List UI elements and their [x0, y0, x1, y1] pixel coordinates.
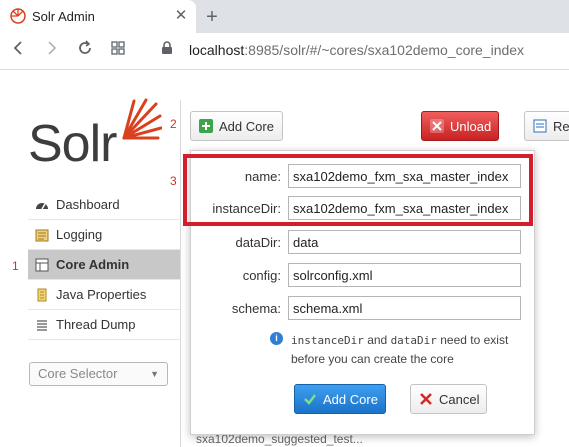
url-host: localhost: [189, 42, 245, 58]
add-core-label: Add Core: [219, 118, 274, 134]
new-tab-button[interactable]: +: [201, 6, 223, 28]
dialog-note: instanceDir and dataDir need to exist be…: [291, 331, 531, 368]
sidebar-item-thread-dump[interactable]: Thread Dump: [28, 310, 180, 340]
note-and: and: [363, 333, 391, 347]
reload-label: Re: [553, 118, 569, 134]
cancel-label: Cancel: [439, 391, 480, 407]
core-admin-icon: [34, 257, 50, 273]
add-core-toolbar-button[interactable]: Add Core: [190, 111, 283, 141]
data-dir-input[interactable]: [288, 230, 521, 254]
sidebar-item-label: Dashboard: [56, 197, 120, 212]
tab-title: Solr Admin: [32, 9, 95, 24]
config-row: config:: [191, 263, 536, 289]
solr-sun-icon: [122, 98, 162, 140]
add-core-submit-button[interactable]: Add Core: [294, 384, 386, 414]
sidebar-item-logging[interactable]: Logging: [28, 220, 180, 250]
cancel-button[interactable]: Cancel: [410, 384, 487, 414]
browser-toolbar: localhost:8985/solr/#/~cores/sxa102demo_…: [0, 33, 569, 70]
unload-button[interactable]: Unload: [421, 111, 499, 141]
data-dir-row: dataDir:: [191, 230, 536, 256]
sidebar-item-label: Core Admin: [56, 257, 130, 272]
reload-doc-icon: [533, 119, 547, 133]
reload-icon[interactable]: [74, 40, 96, 62]
x-icon: [430, 119, 444, 133]
sidebar-item-label: Thread Dump: [56, 317, 136, 332]
sidebar-item-core-admin[interactable]: Core Admin: [28, 250, 180, 280]
reload-button[interactable]: Re: [524, 111, 569, 141]
sidebar-item-label: Java Properties: [56, 287, 147, 302]
main-divider: [180, 100, 181, 447]
sidebar-item-label: Logging: [56, 227, 103, 242]
lock-icon[interactable]: [156, 40, 178, 62]
dashboard-icon: [34, 197, 50, 213]
config-label: config:: [242, 268, 281, 283]
add-core-submit-label: Add Core: [323, 391, 378, 407]
unload-label: Unload: [450, 118, 492, 134]
solr-favicon-icon: [10, 8, 26, 24]
tab-strip: Solr Admin ✕ +: [0, 0, 569, 33]
schema-row: schema:: [191, 296, 536, 322]
checkmark-icon: [303, 392, 317, 406]
chevron-down-icon: ▼: [150, 369, 159, 379]
note-code-datadir: dataDir: [390, 334, 437, 347]
browser-tab[interactable]: Solr Admin ✕: [0, 0, 196, 33]
url-path: :8985/solr/#/~cores/sxa102demo_core_inde…: [244, 42, 525, 58]
data-dir-label: dataDir:: [235, 235, 281, 250]
apps-grid-icon[interactable]: [107, 40, 129, 62]
step-marker-2: 2: [170, 117, 177, 131]
schema-input[interactable]: [288, 296, 521, 320]
forward-arrow-icon[interactable]: [40, 40, 62, 62]
config-input[interactable]: [288, 263, 521, 287]
note-code-instancedir: instanceDir: [291, 334, 364, 347]
logo-text: Solr: [28, 115, 117, 173]
annotation-highlight-box: [183, 154, 533, 226]
step-marker-3: 3: [170, 174, 177, 188]
address-bar[interactable]: localhost:8985/solr/#/~cores/sxa102demo_…: [189, 42, 524, 58]
core-selector-dropdown[interactable]: Core Selector ▼: [29, 362, 168, 386]
cancel-x-icon: [419, 392, 433, 406]
thread-dump-icon: [34, 317, 50, 333]
close-tab-icon[interactable]: ✕: [172, 7, 190, 25]
core-selector-label: Core Selector: [38, 366, 118, 381]
sidebar-item-dashboard[interactable]: Dashboard: [28, 190, 180, 220]
schema-label: schema:: [231, 301, 281, 316]
plus-icon: [199, 119, 213, 133]
info-icon: i: [270, 332, 283, 345]
step-marker-1: 1: [12, 259, 19, 273]
back-arrow-icon[interactable]: [8, 40, 30, 62]
sidebar-item-java-properties[interactable]: Java Properties: [28, 280, 180, 310]
solr-logo[interactable]: Solr: [28, 98, 163, 173]
logging-icon: [34, 227, 50, 243]
sidebar-nav: Dashboard Logging Core Admin Java Proper…: [28, 190, 180, 340]
java-icon: [34, 287, 50, 303]
